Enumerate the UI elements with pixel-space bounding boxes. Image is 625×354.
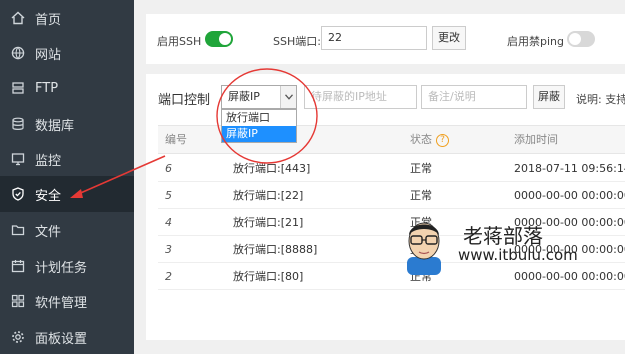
row-id: 2 bbox=[165, 270, 172, 283]
sidebar-item-label: 文件 bbox=[35, 224, 62, 240]
sidebar: 首页 网站 FTP 数据库 监控 安全 文件 计划任务 软件管理 面板设置 bbox=[0, 0, 134, 354]
sidebar-item-monitor[interactable]: 监控 bbox=[0, 141, 134, 177]
sidebar-item-database[interactable]: 数据库 bbox=[0, 106, 134, 142]
sidebar-item-label: 软件管理 bbox=[35, 295, 88, 311]
sidebar-item-label: 首页 bbox=[35, 12, 62, 28]
sidebar-item-files[interactable]: 文件 bbox=[0, 212, 134, 248]
calendar-icon bbox=[10, 258, 26, 274]
sidebar-item-label: 面板设置 bbox=[35, 331, 88, 347]
note-input[interactable]: 备注/说明 bbox=[421, 85, 527, 109]
row-id: 3 bbox=[165, 243, 172, 256]
dropdown-option-block-ip[interactable]: 屏蔽IP bbox=[222, 126, 296, 142]
chevron-down-icon bbox=[280, 86, 296, 108]
header-id: 编号 bbox=[165, 133, 187, 146]
row-description: 放行端口:[443] bbox=[233, 162, 311, 175]
rule-type-select[interactable]: 屏蔽IP bbox=[221, 85, 297, 109]
watermark-avatar-icon bbox=[404, 217, 444, 275]
row-status: 正常 bbox=[410, 162, 432, 175]
row-id: 5 bbox=[165, 189, 172, 202]
ftp-icon bbox=[10, 80, 26, 96]
ping-label: 启用禁ping bbox=[507, 35, 564, 48]
apps-icon bbox=[10, 293, 26, 309]
sidebar-item-website[interactable]: 网站 bbox=[0, 35, 134, 71]
sidebar-item-label: 网站 bbox=[35, 47, 62, 63]
row-id: 4 bbox=[165, 216, 172, 229]
watermark-name: 老蒋部落 bbox=[463, 224, 543, 248]
row-status: 正常 bbox=[410, 189, 432, 202]
ssh-port-label: SSH端口: bbox=[273, 35, 321, 48]
header-status: 状态? bbox=[410, 126, 449, 153]
block-button[interactable]: 屏蔽 bbox=[533, 85, 565, 109]
table-row: 5 放行端口:[22] 正常 0000-00-00 00:00:00 bbox=[158, 182, 625, 209]
monitor-icon bbox=[10, 151, 26, 167]
sidebar-item-label: 安全 bbox=[35, 188, 62, 204]
home-icon bbox=[10, 10, 26, 26]
row-description: 放行端口:[22] bbox=[233, 189, 304, 202]
port-control-title: 端口控制 bbox=[158, 93, 211, 108]
rule-type-dropdown: 放行端口 屏蔽IP bbox=[221, 109, 297, 143]
port-control-card: 端口控制 屏蔽IP 放行端口 屏蔽IP 待屏蔽的IP地址 备注/说明 屏蔽 说明… bbox=[146, 74, 625, 340]
row-id: 6 bbox=[165, 162, 172, 175]
rule-type-value: 屏蔽IP bbox=[228, 90, 260, 103]
row-description: 放行端口:[21] bbox=[233, 216, 304, 229]
ssh-label: 启用SSH bbox=[157, 35, 202, 48]
help-icon[interactable]: ? bbox=[436, 133, 449, 147]
ssh-settings-card: 启用SSH SSH端口: 22 更改 启用禁ping bbox=[146, 14, 625, 64]
sidebar-item-security[interactable]: 安全 bbox=[0, 176, 134, 212]
sidebar-item-label: 计划任务 bbox=[35, 260, 88, 276]
row-time: 2018-07-11 09:56:14 bbox=[514, 162, 625, 175]
change-port-button[interactable]: 更改 bbox=[432, 26, 466, 50]
shield-icon bbox=[10, 186, 26, 202]
sidebar-item-label: FTP bbox=[35, 80, 59, 96]
database-icon bbox=[10, 116, 26, 132]
sidebar-item-software[interactable]: 软件管理 bbox=[0, 283, 134, 319]
sidebar-item-home[interactable]: 首页 bbox=[0, 0, 134, 36]
ssh-port-input[interactable]: 22 bbox=[321, 26, 427, 50]
table-row: 2 放行端口:[80] 正常 0000-00-00 00:00:00 bbox=[158, 263, 625, 290]
ip-address-input[interactable]: 待屏蔽的IP地址 bbox=[304, 85, 417, 109]
sidebar-item-settings[interactable]: 面板设置 bbox=[0, 319, 134, 354]
dropdown-option-allow-port[interactable]: 放行端口 bbox=[222, 110, 296, 126]
globe-icon bbox=[10, 45, 26, 61]
sidebar-item-cron[interactable]: 计划任务 bbox=[0, 248, 134, 284]
folder-icon bbox=[10, 222, 26, 238]
hint-text: 说明: 支持屏 bbox=[576, 93, 625, 106]
row-description: 放行端口:[80] bbox=[233, 270, 304, 283]
ping-toggle[interactable] bbox=[567, 31, 595, 47]
header-time: 添加时间 bbox=[514, 133, 558, 146]
gear-icon bbox=[10, 329, 26, 345]
sidebar-item-label: 监控 bbox=[35, 153, 62, 169]
table-row: 4 放行端口:[21] 正常 0000-00-00 00:00:00 bbox=[158, 209, 625, 236]
main-content: 启用SSH SSH端口: 22 更改 启用禁ping 端口控制 屏蔽IP 放行端… bbox=[134, 0, 625, 354]
sidebar-item-ftp[interactable]: FTP bbox=[0, 70, 134, 106]
sidebar-item-label: 数据库 bbox=[35, 118, 75, 134]
watermark-url: www.itbulu.com bbox=[458, 246, 578, 264]
table-row: 6 放行端口:[443] 正常 2018-07-11 09:56:14 bbox=[158, 155, 625, 182]
row-description: 放行端口:[8888] bbox=[233, 243, 318, 256]
row-time: 0000-00-00 00:00:00 bbox=[514, 189, 625, 202]
row-time: 0000-00-00 00:00:00 bbox=[514, 270, 625, 283]
ssh-toggle[interactable] bbox=[205, 31, 233, 47]
